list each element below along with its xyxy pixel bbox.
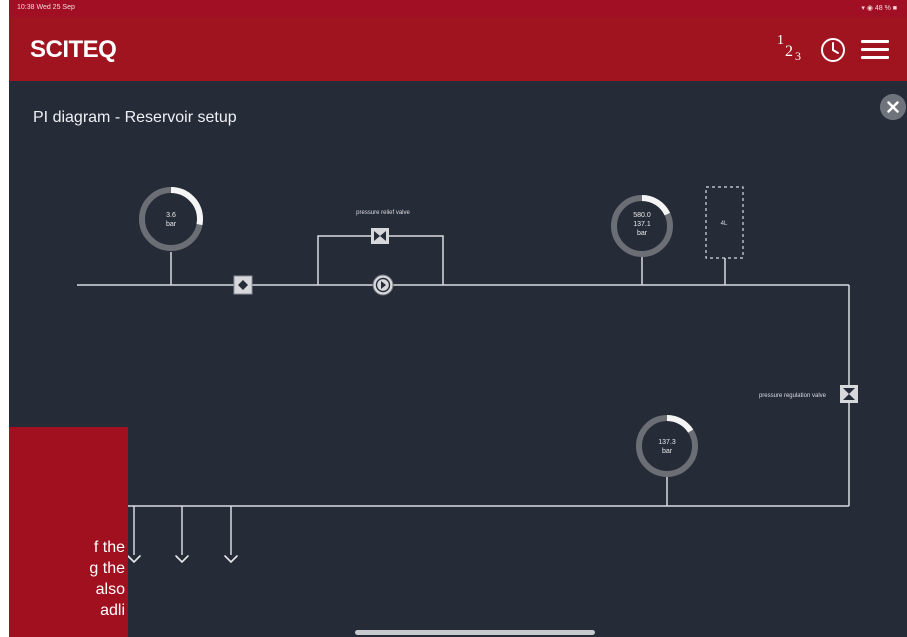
hourglass-valve-icon[interactable]	[840, 385, 858, 403]
placeholder-box-label: 4L	[721, 221, 728, 227]
placeholder-box[interactable]: 4L	[705, 186, 744, 259]
outlet-arrows	[127, 555, 238, 564]
gauge-value-line: 580.0	[633, 212, 651, 219]
bowtie-valve-icon[interactable]	[371, 228, 389, 244]
gauge-value-line: 137.3	[658, 439, 676, 446]
overlay-line: adli	[100, 602, 125, 619]
regulation-valve-label: pressure regulation valve	[759, 393, 827, 399]
gauge-reservoir[interactable]: 580.0 137.1 bar	[611, 195, 673, 257]
overlay-line: also	[95, 581, 125, 598]
pump-icon[interactable]	[372, 274, 394, 296]
tablet-screen: 10:38 Wed 25 Sep ▾ ◉ 48 % ■ SCITEQ 1 2 3…	[9, 0, 907, 637]
gauge-value-line: 137.1	[633, 221, 651, 228]
gauge-unit-line: bar	[166, 221, 177, 228]
diamond-valve-icon[interactable]	[233, 275, 253, 295]
arrow-down-icon	[175, 555, 189, 564]
gauge-inlet[interactable]: 3.6 bar	[139, 187, 203, 251]
relief-valve-label: pressure relief valve	[356, 210, 410, 216]
pi-diagram: 3.6 bar 580.0 137.1 bar 137.3 bar pressu…	[77, 186, 858, 564]
pipes	[77, 235, 850, 555]
gauge-value-line: 3.6	[166, 212, 176, 219]
overlay-line: g the	[89, 560, 125, 577]
gauge-unit-line: bar	[662, 448, 673, 455]
home-indicator[interactable]	[355, 630, 595, 635]
arrow-down-icon	[127, 555, 141, 564]
gauge-outlet[interactable]: 137.3 bar	[636, 415, 698, 477]
gauge-unit-line: bar	[637, 230, 648, 237]
arrow-down-icon	[224, 555, 238, 564]
overlay-text-card: f the g the also adli	[9, 427, 128, 637]
overlay-line: f the	[93, 539, 125, 556]
